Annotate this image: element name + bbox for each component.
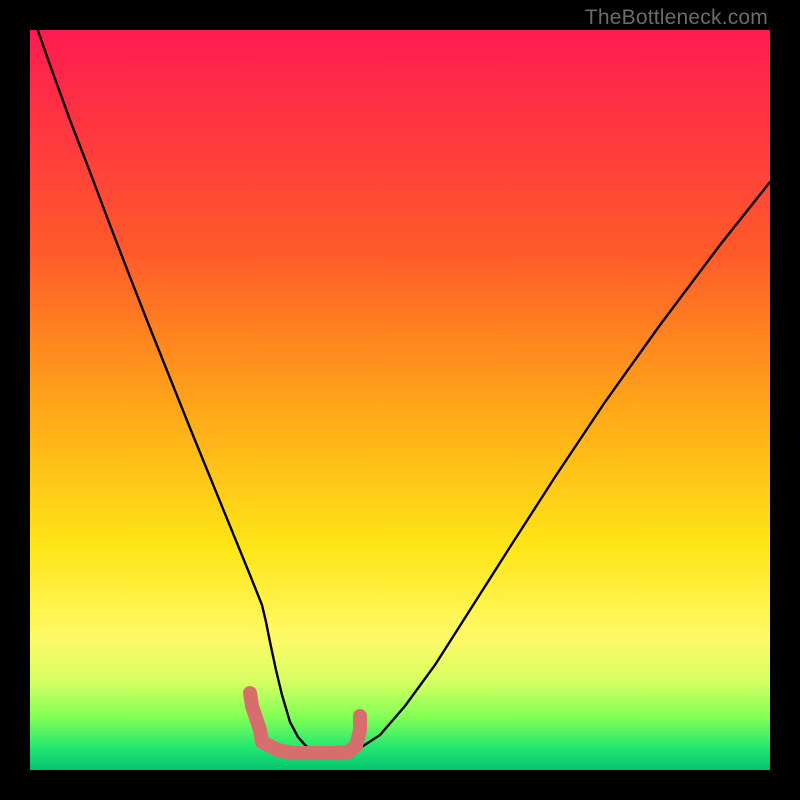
watermark: TheBottleneck.com — [585, 6, 768, 30]
chart-frame: TheBottleneck.com — [0, 0, 800, 800]
chart-svg — [30, 30, 770, 770]
plot-area — [30, 30, 770, 770]
gradient-background — [30, 30, 770, 770]
